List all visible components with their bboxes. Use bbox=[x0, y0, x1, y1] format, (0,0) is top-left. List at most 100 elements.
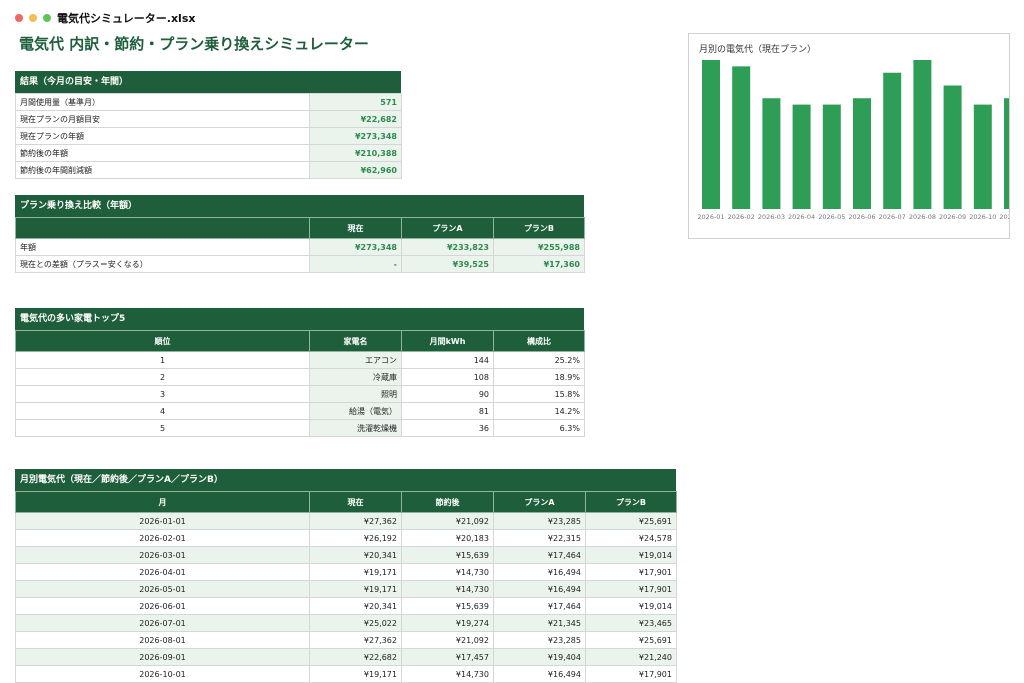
monthly-value-cell[interactable]: ¥20,341 bbox=[309, 597, 402, 615]
chart-bar[interactable] bbox=[973, 104, 992, 209]
plan-compare-value-cell[interactable]: ¥39,525 bbox=[401, 255, 494, 273]
monthly-value-cell[interactable]: ¥25,022 bbox=[309, 614, 402, 632]
month-cell[interactable]: 2026-07-01 bbox=[15, 614, 310, 632]
month-cell[interactable]: 2026-09-01 bbox=[15, 648, 310, 666]
monthly-value-cell[interactable]: ¥20,341 bbox=[309, 546, 402, 564]
summary-value-cell[interactable]: ¥62,960 bbox=[309, 161, 402, 179]
monthly-value-cell[interactable]: ¥19,171 bbox=[309, 665, 402, 683]
summary-value-cell[interactable]: ¥273,348 bbox=[309, 127, 402, 145]
monthly-value-cell[interactable]: ¥22,682 bbox=[309, 648, 402, 666]
monthly-value-cell[interactable]: ¥19,014 bbox=[585, 597, 677, 615]
summary-value-cell[interactable]: ¥210,388 bbox=[309, 144, 402, 162]
monthly-value-cell[interactable]: ¥21,092 bbox=[401, 512, 494, 530]
column-header-cell[interactable]: 月 bbox=[15, 491, 310, 513]
appliance-name-cell[interactable]: エアコン bbox=[309, 351, 402, 369]
appliance-kwh-cell[interactable]: 144 bbox=[401, 351, 494, 369]
plan-compare-value-cell[interactable]: ¥233,823 bbox=[401, 238, 494, 256]
minimize-window-button[interactable] bbox=[29, 14, 37, 22]
column-header-cell[interactable]: プランA bbox=[493, 491, 586, 513]
summary-label-cell[interactable]: 節約後の年間削減額 bbox=[15, 161, 310, 179]
appliance-rank-cell[interactable]: 3 bbox=[15, 385, 310, 403]
appliance-ratio-cell[interactable]: 18.9% bbox=[493, 368, 585, 386]
chart-bar[interactable] bbox=[883, 72, 902, 209]
monthly-value-cell[interactable]: ¥17,464 bbox=[493, 597, 586, 615]
chart-bar[interactable] bbox=[822, 104, 841, 209]
chart-bar[interactable] bbox=[1004, 98, 1010, 209]
monthly-value-cell[interactable]: ¥20,183 bbox=[401, 529, 494, 547]
monthly-value-cell[interactable]: ¥21,345 bbox=[493, 614, 586, 632]
chart-bar[interactable] bbox=[792, 104, 811, 209]
plan-compare-value-cell[interactable]: ¥273,348 bbox=[309, 238, 402, 256]
monthly-value-cell[interactable]: ¥16,494 bbox=[493, 563, 586, 581]
monthly-value-cell[interactable]: ¥19,171 bbox=[309, 580, 402, 598]
appliance-name-cell[interactable]: 洗濯乾燥機 bbox=[309, 419, 402, 437]
monthly-value-cell[interactable]: ¥17,901 bbox=[585, 563, 677, 581]
column-header-cell[interactable]: 構成比 bbox=[493, 330, 585, 352]
plan-compare-value-cell[interactable]: ¥17,360 bbox=[493, 255, 585, 273]
monthly-value-cell[interactable]: ¥15,639 bbox=[401, 597, 494, 615]
monthly-value-cell[interactable]: ¥26,192 bbox=[309, 529, 402, 547]
column-header-cell[interactable]: プランB bbox=[585, 491, 677, 513]
monthly-value-cell[interactable]: ¥15,639 bbox=[401, 546, 494, 564]
month-cell[interactable]: 2026-05-01 bbox=[15, 580, 310, 598]
appliance-kwh-cell[interactable]: 90 bbox=[401, 385, 494, 403]
appliance-ratio-cell[interactable]: 14.2% bbox=[493, 402, 585, 420]
chart-bar[interactable] bbox=[943, 85, 962, 209]
monthly-value-cell[interactable]: ¥23,465 bbox=[585, 614, 677, 632]
appliance-ratio-cell[interactable]: 15.8% bbox=[493, 385, 585, 403]
monthly-value-cell[interactable]: ¥19,171 bbox=[309, 563, 402, 581]
monthly-value-cell[interactable]: ¥27,362 bbox=[309, 631, 402, 649]
chart-bar[interactable] bbox=[732, 66, 751, 209]
column-header-cell[interactable]: 現在 bbox=[309, 491, 402, 513]
plan-compare-value-cell[interactable]: ¥255,988 bbox=[493, 238, 585, 256]
monthly-value-cell[interactable]: ¥16,494 bbox=[493, 665, 586, 683]
appliance-rank-cell[interactable]: 2 bbox=[15, 368, 310, 386]
appliance-name-cell[interactable]: 給湯（電気） bbox=[309, 402, 402, 420]
month-cell[interactable]: 2026-06-01 bbox=[15, 597, 310, 615]
plan-compare-label-cell[interactable]: 年額 bbox=[15, 238, 310, 256]
monthly-value-cell[interactable]: ¥17,464 bbox=[493, 546, 586, 564]
summary-label-cell[interactable]: 現在プランの月額目安 bbox=[15, 110, 310, 128]
appliance-rank-cell[interactable]: 1 bbox=[15, 351, 310, 369]
appliance-kwh-cell[interactable]: 81 bbox=[401, 402, 494, 420]
monthly-value-cell[interactable]: ¥17,901 bbox=[585, 580, 677, 598]
column-header-cell[interactable]: プランB bbox=[493, 217, 585, 239]
monthly-cost-chart[interactable]: 月別の電気代（現在プラン） 2026-01 2026-02 2026-03 2026-… bbox=[688, 33, 1010, 239]
monthly-value-cell[interactable]: ¥21,092 bbox=[401, 631, 494, 649]
column-header-cell[interactable]: 節約後 bbox=[401, 491, 494, 513]
monthly-value-cell[interactable]: ¥19,274 bbox=[401, 614, 494, 632]
month-cell[interactable]: 2026-01-01 bbox=[15, 512, 310, 530]
month-cell[interactable]: 2026-03-01 bbox=[15, 546, 310, 564]
summary-label-cell[interactable]: 現在プランの年額 bbox=[15, 127, 310, 145]
appliance-name-cell[interactable]: 照明 bbox=[309, 385, 402, 403]
summary-value-cell[interactable]: ¥22,682 bbox=[309, 110, 402, 128]
appliance-ratio-cell[interactable]: 25.2% bbox=[493, 351, 585, 369]
month-cell[interactable]: 2026-10-01 bbox=[15, 665, 310, 683]
monthly-value-cell[interactable]: ¥27,362 bbox=[309, 512, 402, 530]
monthly-value-cell[interactable]: ¥23,285 bbox=[493, 512, 586, 530]
column-header-cell[interactable]: 月間kWh bbox=[401, 330, 494, 352]
chart-bar[interactable] bbox=[762, 98, 781, 209]
chart-bar[interactable] bbox=[853, 98, 871, 209]
monthly-value-cell[interactable]: ¥19,014 bbox=[585, 546, 677, 564]
appliance-kwh-cell[interactable]: 108 bbox=[401, 368, 494, 386]
appliance-rank-cell[interactable]: 5 bbox=[15, 419, 310, 437]
appliance-kwh-cell[interactable]: 36 bbox=[401, 419, 494, 437]
monthly-value-cell[interactable]: ¥14,730 bbox=[401, 563, 494, 581]
monthly-value-cell[interactable]: ¥14,730 bbox=[401, 665, 494, 683]
month-cell[interactable]: 2026-04-01 bbox=[15, 563, 310, 581]
summary-label-cell[interactable]: 月間使用量（基準月） bbox=[15, 93, 310, 111]
summary-value-cell[interactable]: 571 bbox=[309, 93, 402, 111]
monthly-value-cell[interactable]: ¥25,691 bbox=[585, 512, 677, 530]
monthly-value-cell[interactable]: ¥16,494 bbox=[493, 580, 586, 598]
plan-compare-label-cell[interactable]: 現在との差額（プラス＝安くなる） bbox=[15, 255, 310, 273]
monthly-value-cell[interactable]: ¥25,691 bbox=[585, 631, 677, 649]
month-cell[interactable]: 2026-02-01 bbox=[15, 529, 310, 547]
month-cell[interactable]: 2026-08-01 bbox=[15, 631, 310, 649]
appliance-rank-cell[interactable]: 4 bbox=[15, 402, 310, 420]
appliance-ratio-cell[interactable]: 6.3% bbox=[493, 419, 585, 437]
monthly-value-cell[interactable]: ¥24,578 bbox=[585, 529, 677, 547]
column-header-cell[interactable]: 現在 bbox=[309, 217, 402, 239]
column-header-cell[interactable]: 順位 bbox=[15, 330, 310, 352]
monthly-value-cell[interactable]: ¥19,404 bbox=[493, 648, 586, 666]
